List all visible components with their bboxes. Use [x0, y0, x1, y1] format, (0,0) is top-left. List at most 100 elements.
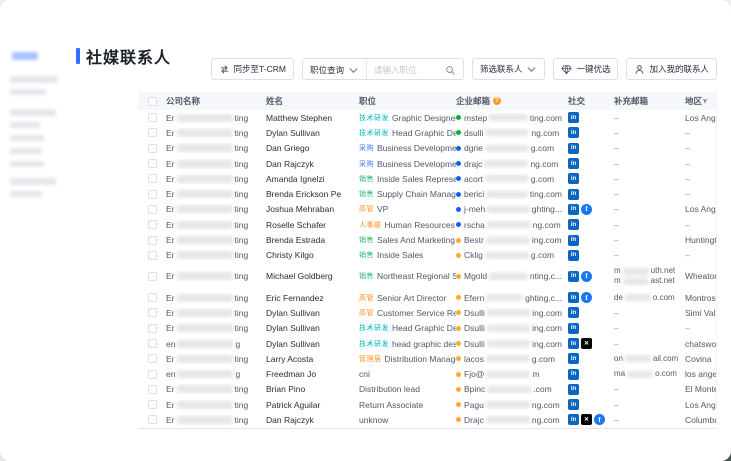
facebook-icon[interactable]: f — [581, 292, 592, 303]
linkedin-icon[interactable]: in — [568, 143, 579, 154]
table-row[interactable]: ErtingPatrick AguilarReturn AssociatePag… — [138, 397, 716, 412]
linkedin-icon[interactable]: in — [568, 204, 579, 215]
email-prefix: Fjo@ — [464, 369, 484, 379]
x-twitter-icon[interactable]: ✕ — [581, 338, 592, 349]
position-tag: 技术研发 — [359, 339, 389, 349]
row-checkbox[interactable] — [148, 220, 157, 229]
sidebar-item-active-blurred[interactable] — [12, 52, 38, 60]
sidebar-item-blurred[interactable] — [10, 178, 56, 185]
row-checkbox[interactable] — [148, 272, 157, 281]
position-query-select[interactable]: 职位查询 — [303, 59, 367, 80]
filter-contacts-dropdown[interactable]: 筛选联系人 — [472, 58, 546, 80]
row-checkbox[interactable] — [148, 236, 157, 245]
linkedin-icon[interactable]: in — [568, 323, 579, 334]
table-row[interactable]: ErtingMichael Goldberg销售Northeast Region… — [138, 263, 716, 290]
row-select-cell — [138, 251, 166, 260]
select-all-checkbox[interactable] — [148, 97, 157, 106]
sidebar-item-blurred[interactable] — [10, 191, 42, 197]
sidebar-item-blurred[interactable] — [10, 89, 46, 95]
linkedin-icon[interactable]: in — [568, 189, 579, 200]
row-checkbox[interactable] — [148, 113, 157, 122]
table-row[interactable]: ErtingBrian PinoDistribution leadBpinc.c… — [138, 382, 716, 397]
social-cell: in — [568, 369, 614, 380]
email-quality-icon[interactable]: ? — [493, 97, 501, 105]
table-row[interactable]: ErtingLarry Acosta管理层Distribution Manage… — [138, 351, 716, 366]
facebook-icon[interactable]: f — [581, 204, 592, 215]
linkedin-icon[interactable]: in — [568, 250, 579, 261]
position-search-input[interactable] — [374, 65, 438, 75]
row-checkbox[interactable] — [148, 128, 157, 137]
linkedin-icon[interactable]: in — [568, 384, 579, 395]
row-checkbox[interactable] — [148, 339, 157, 348]
linkedin-icon[interactable]: in — [568, 338, 579, 349]
sidebar-item-blurred[interactable] — [10, 109, 56, 116]
table-row[interactable]: ErtingBrenda Estrada销售Sales And Marketin… — [138, 232, 716, 247]
row-checkbox[interactable] — [148, 205, 157, 214]
row-checkbox[interactable] — [148, 251, 157, 260]
linkedin-icon[interactable]: in — [568, 219, 579, 230]
table-row[interactable]: ErtingDylan Sullivan高管Customer Service R… — [138, 305, 716, 320]
row-checkbox[interactable] — [148, 293, 157, 302]
sidebar-item-blurred[interactable] — [10, 122, 40, 128]
empty-value: – — [614, 308, 619, 318]
table-row[interactable]: ErtingDan Rajczyk采购Business Development … — [138, 156, 716, 171]
table-row[interactable]: ErtingMatthew Stephen技术研发Graphic Designe… — [138, 110, 716, 125]
linkedin-icon[interactable]: in — [568, 235, 579, 246]
row-checkbox[interactable] — [148, 324, 157, 333]
row-checkbox[interactable] — [148, 159, 157, 168]
table-row[interactable]: ErtingDylan Sullivan技术研发Head Graphic Des… — [138, 125, 716, 140]
linkedin-icon[interactable]: in — [568, 173, 579, 184]
linkedin-icon[interactable]: in — [568, 158, 579, 169]
row-checkbox[interactable] — [148, 174, 157, 183]
table-row[interactable]: ErtingBrenda Erickson Pe销售Supply Chain M… — [138, 186, 716, 201]
row-checkbox[interactable] — [148, 190, 157, 199]
contact-name-cell: Matthew Stephen — [266, 113, 359, 123]
row-checkbox[interactable] — [148, 415, 157, 424]
sync-to-tcrm-button[interactable]: 同步至T-CRM — [211, 58, 294, 80]
supp-email-line: deo.com — [614, 293, 675, 303]
position-tag: 高管 — [359, 308, 374, 318]
redacted-blur — [486, 191, 528, 198]
table-row[interactable]: ErtingAmanda Ignelzi销售Inside Sales Repre… — [138, 171, 716, 186]
row-checkbox[interactable] — [148, 385, 157, 394]
linkedin-icon[interactable]: in — [568, 127, 579, 138]
row-checkbox[interactable] — [148, 370, 157, 379]
sidebar — [0, 0, 66, 461]
linkedin-icon[interactable]: in — [568, 369, 579, 380]
row-checkbox[interactable] — [148, 144, 157, 153]
x-twitter-icon[interactable]: ✕ — [581, 414, 592, 425]
linkedin-icon[interactable]: in — [568, 399, 579, 410]
table-row[interactable]: engFreedman JocniFjo@minmao.comlos angel… — [138, 366, 716, 381]
linkedin-icon[interactable]: in — [568, 307, 579, 318]
one-click-optimize-button[interactable]: 一键优选 — [553, 58, 618, 80]
email-status-dot — [456, 238, 461, 243]
facebook-icon[interactable]: f — [581, 271, 592, 282]
sidebar-item-blurred[interactable] — [10, 76, 58, 83]
row-checkbox[interactable] — [148, 308, 157, 317]
table-row[interactable]: ErtingJoshua Mehraban高管VPj-mehghting...i… — [138, 202, 716, 217]
table-row[interactable]: ErtingRoselle Schafer人事部Human Resources … — [138, 217, 716, 232]
search-icon[interactable] — [445, 65, 456, 76]
linkedin-icon[interactable]: in — [568, 292, 579, 303]
add-to-my-contacts-button[interactable]: 加入我的联系人 — [626, 58, 717, 80]
linkedin-icon[interactable]: in — [568, 112, 579, 123]
linkedin-icon[interactable]: in — [568, 353, 579, 364]
contact-name-cell: Larry Acosta — [266, 354, 359, 364]
table-row[interactable]: ErtingDylan Sullivan技术研发Head Graphic Des… — [138, 321, 716, 336]
company-prefix: Er — [166, 384, 175, 394]
linkedin-icon[interactable]: in — [568, 271, 579, 282]
filter-funnel-icon[interactable] — [702, 97, 708, 106]
table-row[interactable]: ErtingChristy Kilgo销售Inside SalesCkligg.… — [138, 248, 716, 263]
col-supp-email: 补充邮箱 — [614, 95, 685, 107]
row-checkbox[interactable] — [148, 400, 157, 409]
linkedin-icon[interactable]: in — [568, 414, 579, 425]
facebook-icon[interactable]: f — [594, 414, 605, 425]
table-row[interactable]: ErtingEric Fernandez高管Senior Art Directo… — [138, 290, 716, 305]
sidebar-item-blurred[interactable] — [10, 135, 44, 141]
sidebar-item-blurred[interactable] — [10, 161, 44, 167]
table-row[interactable]: ErtingDan Griego采购Business Development .… — [138, 141, 716, 156]
table-row[interactable]: ErtingDan RajczykunknowDrajcng.comin✕f–C… — [138, 412, 716, 427]
row-checkbox[interactable] — [148, 354, 157, 363]
table-row[interactable]: engDylan Sullivan技术研发head graphic design… — [138, 336, 716, 351]
sidebar-item-blurred[interactable] — [10, 148, 42, 154]
